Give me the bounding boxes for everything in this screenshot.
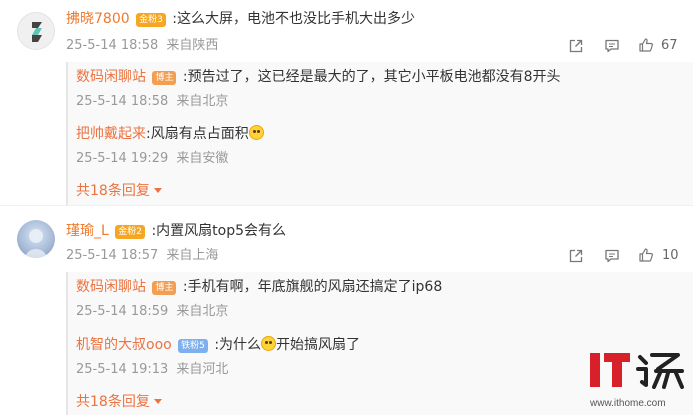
more-replies-label: 共18条回复: [76, 183, 150, 199]
username[interactable]: 拂晓7800: [66, 11, 130, 27]
avatar[interactable]: [17, 220, 55, 258]
reply-meta: 25-5-14 18:58 来自北京: [76, 94, 228, 110]
reply-divider-line: [66, 272, 68, 415]
reply-line: 机智的大叔ooo 铁粉5 :为什么 开始搞风扇了: [76, 336, 360, 354]
username[interactable]: 瑾瑜_L: [66, 223, 109, 239]
reply-meta: 25-5-14 18:59 来自北京: [76, 304, 228, 320]
comment-meta: 25-5-14 18:58 来自陕西: [66, 38, 218, 54]
reply-username[interactable]: 数码闲聊站: [76, 69, 146, 85]
timestamp: 25-5-14 18:58: [76, 94, 169, 109]
share-icon[interactable]: [568, 38, 584, 54]
reply-username[interactable]: 把帅戴起来: [76, 126, 146, 142]
location: 来自河北: [176, 362, 229, 377]
reply-line: 把帅戴起来:风扇有点占面积: [76, 125, 264, 143]
expand-caret-icon: [153, 399, 162, 404]
comment-text: :这么大屏，电池不也没比手机大出多少: [172, 11, 415, 27]
location: 来自北京: [176, 94, 229, 109]
host-badge: 博主: [152, 281, 177, 295]
laughing-crying-emoji-icon: [248, 125, 264, 140]
comment-icon[interactable]: [604, 248, 620, 264]
comment-line: 瑾瑜_L 金粉2 :内置风扇top5会有么: [66, 222, 286, 240]
location: 来自北京: [176, 304, 229, 319]
grimace-emoji-icon: [261, 336, 277, 351]
like-count: 67: [661, 38, 678, 53]
like-count: 10: [662, 248, 679, 263]
location: 来自安徽: [176, 151, 229, 166]
timestamp: 25-5-14 18:57: [66, 248, 159, 263]
fan-badge: 金粉3: [136, 13, 166, 27]
reply-line: 数码闲聊站 博主 :手机有啊，年底旗舰的风扇还搞定了ip68: [76, 278, 442, 296]
user-avatar-image: [25, 229, 47, 258]
reply-meta: 25-5-14 19:13 来自河北: [76, 362, 228, 378]
more-replies-label: 共18条回复: [76, 394, 150, 410]
watermark-url: www.ithome.com: [590, 398, 666, 409]
comment-text: :内置风扇top5会有么: [151, 223, 287, 239]
host-badge: 博主: [152, 71, 177, 85]
more-replies-link[interactable]: 共18条回复: [76, 393, 162, 411]
like-icon[interactable]: [638, 247, 654, 263]
comment-icon[interactable]: [604, 38, 620, 54]
avatar[interactable]: [17, 12, 55, 50]
reply-text-continued: 开始搞风扇了: [276, 337, 361, 353]
share-icon[interactable]: [568, 248, 584, 264]
fan-badge: 铁粉5: [178, 339, 208, 353]
reply-text: :为什么: [214, 337, 262, 353]
timestamp: 25-5-14 18:58: [66, 38, 159, 53]
like-icon[interactable]: [638, 37, 654, 53]
location: 来自上海: [166, 248, 219, 263]
comment-divider: [0, 205, 693, 206]
location: 来自陕西: [166, 38, 219, 53]
reply-meta: 25-5-14 19:29 来自安徽: [76, 151, 228, 167]
reply-text: :预告过了，这已经是最大的了，其它小平板电池都没有8开头: [182, 69, 561, 85]
reply-line: 数码闲聊站 博主 :预告过了，这已经是最大的了，其它小平板电池都没有8开头: [76, 68, 561, 86]
timestamp: 25-5-14 19:29: [76, 151, 169, 166]
reply-text: :手机有啊，年底旗舰的风扇还搞定了ip68: [182, 279, 443, 295]
user-avatar-logo: [32, 22, 42, 42]
reply-divider-line: [66, 62, 68, 206]
fan-badge: 金粉2: [115, 225, 145, 239]
comment-line: 拂晓7800 金粉3 :这么大屏，电池不也没比手机大出多少: [66, 10, 415, 28]
reply-text: :风扇有点占面积: [146, 126, 249, 142]
expand-caret-icon: [153, 188, 162, 193]
reply-username[interactable]: 机智的大叔ooo: [76, 337, 172, 353]
timestamp: 25-5-14 18:59: [76, 304, 169, 319]
more-replies-link[interactable]: 共18条回复: [76, 182, 162, 200]
reply-username[interactable]: 数码闲聊站: [76, 279, 146, 295]
timestamp: 25-5-14 19:13: [76, 362, 169, 377]
comment-meta: 25-5-14 18:57 来自上海: [66, 248, 218, 264]
